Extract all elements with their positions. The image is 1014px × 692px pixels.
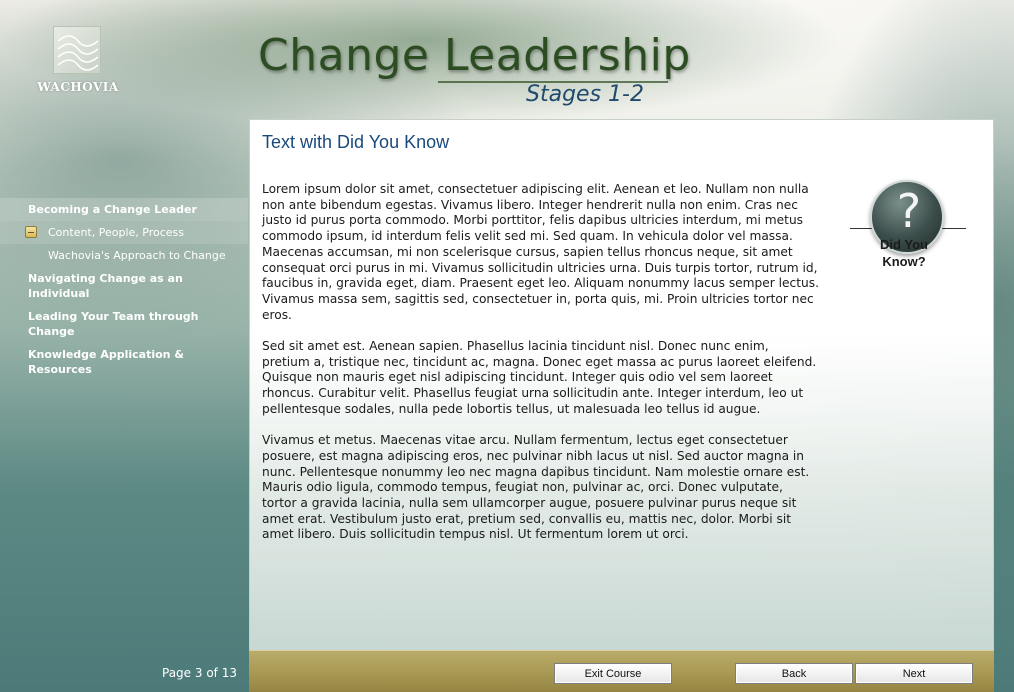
sidebar-item-knowledge-application[interactable]: Knowledge Application & Resources	[0, 343, 200, 381]
wachovia-logo: WACHOVIA	[30, 26, 130, 96]
logo-text: WACHOVIA	[37, 80, 119, 94]
footer-bar: Exit Course Back Next	[249, 650, 994, 692]
logo-mark-icon	[53, 26, 101, 74]
sidebar-item-wachovias-approach[interactable]: Wachovia's Approach to Change	[0, 244, 248, 267]
sidebar-item-label: Content, People, Process	[48, 226, 185, 239]
next-button[interactable]: Next	[855, 663, 973, 684]
sidebar-item-leading-your-team[interactable]: Leading Your Team through Change	[0, 305, 215, 343]
body-text: Lorem ipsum dolor sit amet, consectetuer…	[262, 182, 820, 559]
did-you-know-button[interactable]: ? Did You Know?	[850, 178, 966, 278]
exit-course-button[interactable]: Exit Course	[554, 663, 672, 684]
sidebar-item-navigating-change[interactable]: Navigating Change as an Individual	[0, 267, 248, 305]
page-indicator: Page 3 of 13	[162, 666, 237, 680]
sidebar-item-becoming-a-change-leader[interactable]: Becoming a Change Leader	[0, 198, 248, 221]
back-button[interactable]: Back	[735, 663, 853, 684]
paragraph: Lorem ipsum dolor sit amet, consectetuer…	[262, 182, 819, 322]
course-subtitle: Stages 1-2	[526, 82, 644, 107]
content-heading: Text with Did You Know	[262, 132, 450, 152]
paragraph: Vivamus et metus. Maecenas vitae arcu. N…	[262, 433, 810, 542]
current-page-icon	[25, 226, 37, 238]
sidebar-item-content-people-process[interactable]: Content, People, Process	[0, 221, 248, 244]
sidebar-item-label: Leading Your Team through Change	[28, 310, 199, 338]
sidebar-item-label: Navigating Change as an Individual	[28, 272, 183, 300]
sidebar-item-label: Becoming a Change Leader	[28, 203, 197, 216]
sidebar-item-label: Knowledge Application & Resources	[28, 348, 184, 376]
course-title: Change Leadership	[258, 30, 691, 81]
sidebar-item-label: Wachovia's Approach to Change	[48, 249, 226, 262]
sidebar-nav: Becoming a Change Leader Content, People…	[0, 198, 248, 381]
paragraph: Sed sit amet est. Aenean sapien. Phasell…	[262, 339, 817, 416]
did-you-know-label: Did You Know?	[880, 237, 928, 269]
content-panel: Text with Did You Know Lorem ipsum dolor…	[249, 119, 994, 651]
